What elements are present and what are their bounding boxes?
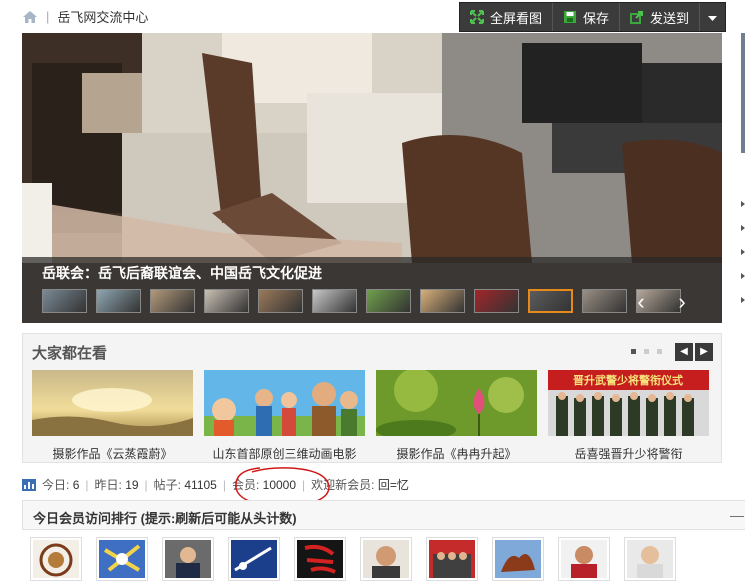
fullscreen-button[interactable]: 全屏看图: [460, 3, 554, 31]
panel-title: 大家都在看: [32, 345, 108, 362]
members-label: 会员:: [231, 478, 260, 492]
card-label: 岳喜强晋升少将警衔: [574, 447, 683, 461]
stats-divider: |: [222, 477, 226, 492]
home-icon[interactable]: [22, 10, 38, 24]
save-label: 保存: [583, 10, 610, 26]
image-toolbar: 全屏看图 保存 发送到: [459, 2, 727, 32]
popular-panel: 大家都在看 ◀ ▶ 摄影作品《云蒸霞蔚》 山东首部原创三维动画电影 摄影作品《冉…: [22, 333, 722, 463]
page-dots: [631, 349, 662, 354]
thumbnail-strip: [42, 289, 681, 313]
avatar[interactable]: [294, 537, 346, 581]
avatar[interactable]: [558, 537, 610, 581]
chevron-left-icon[interactable]: ‹: [627, 289, 655, 317]
bar-chart-icon: [22, 478, 36, 491]
right-sidebar-edge: [734, 33, 745, 323]
breadcrumb-title[interactable]: 岳飞网交流中心: [57, 7, 148, 26]
stats-divider: |: [144, 477, 148, 492]
chevron-right-icon[interactable]: ▶: [695, 343, 713, 361]
today-value: 6: [72, 477, 80, 492]
slide-thumbnail[interactable]: [42, 289, 87, 313]
ceremony-photo: 晋升武警少将警衔仪式: [548, 370, 709, 436]
slide-thumbnail[interactable]: [420, 289, 465, 313]
welcome-label: 欢迎新会员:: [311, 478, 375, 492]
avatar[interactable]: [624, 537, 676, 581]
avatar[interactable]: [162, 537, 214, 581]
breadcrumb: | 岳飞网交流中心: [22, 7, 148, 26]
card-label: 山东首部原创三维动画电影: [212, 447, 357, 461]
popular-cards: 摄影作品《云蒸霞蔚》 山东首部原创三维动画电影 摄影作品《冉冉升起》 晋升武警少…: [32, 370, 709, 462]
members-value: 10000: [262, 477, 297, 492]
slide-thumbnail[interactable]: [96, 289, 141, 313]
card-label: 摄影作品《云蒸霞蔚》: [52, 447, 173, 461]
slide-thumbnail[interactable]: [150, 289, 195, 313]
send-dropdown-button[interactable]: [700, 3, 725, 31]
avatar[interactable]: [30, 537, 82, 581]
animation-characters-image: [204, 370, 365, 436]
popular-card[interactable]: 山东首部原创三维动画电影: [204, 370, 365, 462]
top-bar: | 岳飞网交流中心 全屏看图 保存 发送到: [0, 0, 745, 33]
fullscreen-icon: [470, 10, 484, 24]
slide-caption[interactable]: 岳联会：岳飞后裔联谊会、中国岳飞文化促进: [42, 263, 322, 283]
card-label: 摄影作品《冉冉升起》: [396, 447, 517, 461]
send-to-label: 发送到: [650, 10, 690, 26]
avatar[interactable]: [228, 537, 280, 581]
caption-bar: 岳联会：岳飞后裔联谊会、中国岳飞文化促进: [22, 257, 722, 323]
save-icon: [563, 10, 577, 24]
send-to-button[interactable]: 发送到: [620, 3, 701, 31]
page-dot[interactable]: [644, 349, 649, 354]
slide-thumbnail[interactable]: [474, 289, 519, 313]
posts-value: 41105: [184, 477, 217, 492]
fullscreen-label: 全屏看图: [490, 10, 543, 26]
page-dot[interactable]: [657, 349, 662, 354]
posts-label: 帖子:: [153, 478, 182, 492]
page: | 岳飞网交流中心 全屏看图 保存 发送到 岳联会：岳飞后裔联谊会、中国岳飞文化…: [0, 0, 745, 581]
yesterday-label: 昨日:: [94, 478, 122, 492]
yesterday-value: 19: [125, 477, 139, 492]
chevron-down-icon: [708, 10, 718, 25]
stats-divider: |: [302, 477, 306, 492]
avatar[interactable]: [96, 537, 148, 581]
ceremony-banner-text: 晋升武警少将警衔仪式: [573, 373, 683, 387]
slide-thumbnail[interactable]: [204, 289, 249, 313]
slide-thumbnail[interactable]: [366, 289, 411, 313]
slide-thumbnail[interactable]: [258, 289, 303, 313]
avatar[interactable]: [426, 537, 478, 581]
avatar[interactable]: [492, 537, 544, 581]
today-label: 今日:: [42, 478, 70, 492]
breadcrumb-separator: |: [46, 9, 50, 24]
ranking-title: 今日会员访问排行 (提示:刷新后可能从头计数): [33, 511, 297, 526]
page-dot[interactable]: [631, 349, 636, 354]
popular-card[interactable]: 晋升武警少将警衔仪式 岳喜强晋升少将警衔: [548, 370, 709, 462]
popular-card[interactable]: 摄影作品《冉冉升起》: [376, 370, 537, 462]
share-icon: [630, 10, 644, 24]
forum-stats: 今日: 6 | 昨日: 19 | 帖子: 41105 | 会员: 10000 |…: [22, 476, 409, 493]
save-button[interactable]: 保存: [553, 3, 621, 31]
member-ranking-header: 今日会员访问排行 (提示:刷新后可能从头计数) —: [22, 500, 745, 530]
popular-card[interactable]: 摄影作品《云蒸霞蔚》: [32, 370, 193, 462]
chevron-left-icon[interactable]: ◀: [675, 343, 693, 361]
member-avatar-list: [22, 537, 676, 581]
photo-slideshow[interactable]: 岳联会：岳飞后裔联谊会、中国岳飞文化促进 ‹ ›: [22, 33, 722, 323]
panel-pager: ◀ ▶: [675, 343, 713, 361]
slide-thumbnail[interactable]: [312, 289, 357, 313]
chevron-right-icon[interactable]: ›: [668, 289, 696, 317]
slide-thumbnail[interactable]: [582, 289, 627, 313]
slide-thumbnail[interactable]: [528, 289, 573, 313]
collapse-toggle[interactable]: —: [730, 507, 744, 523]
stats-divider: |: [85, 477, 89, 492]
newest-member-link[interactable]: 回=忆: [378, 476, 409, 493]
sunset-clouds-photo: [32, 370, 193, 436]
lotus-photo: [376, 370, 537, 436]
avatar[interactable]: [360, 537, 412, 581]
